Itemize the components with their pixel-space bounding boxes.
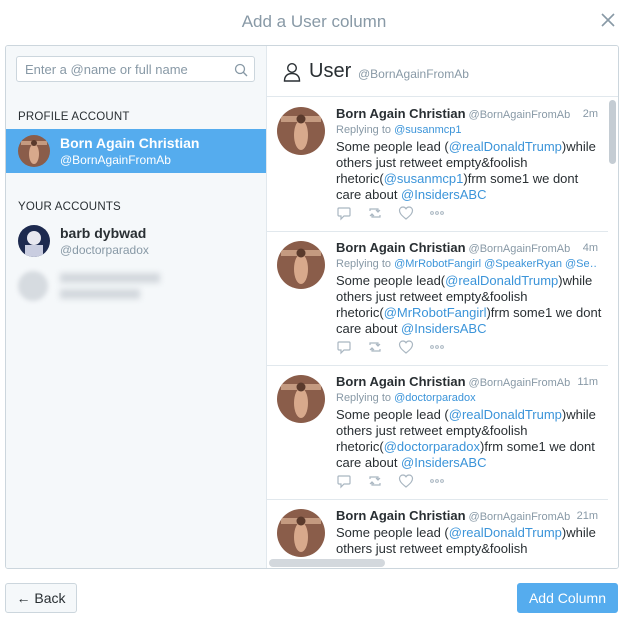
account-item-blurred[interactable] (6, 263, 266, 307)
tweet-handle: @BornAgainFromAb (468, 109, 571, 121)
tweet-time[interactable]: 2m (583, 108, 598, 120)
tweet-time[interactable]: 21m (577, 510, 598, 522)
replying-to: Replying to @doctorparadox (336, 392, 476, 404)
user-column-preview: User @BornAgainFromAb Born Again Christi… (267, 46, 618, 568)
tweet-handle: @BornAgainFromAb (468, 377, 571, 389)
close-icon[interactable] (598, 10, 618, 30)
account-name: barb dybwad (60, 225, 147, 241)
account-handle: @doctorparadox (60, 243, 149, 257)
your-accounts-label: YOUR ACCOUNTS (18, 201, 121, 213)
blurred-name (60, 273, 160, 283)
mention-link[interactable]: @realDonaldTrump (449, 525, 562, 540)
reply-link[interactable]: @doctorparadox (394, 392, 476, 404)
tweet-handle: @BornAgainFromAb (468, 511, 571, 523)
account-name: Born Again Christian (60, 135, 200, 151)
replying-to: Replying to @susanmcp1 (336, 124, 462, 136)
tweet-item[interactable]: Born Again Christian @BornAgainFromAb 21m… (267, 499, 608, 568)
avatar[interactable] (277, 509, 325, 557)
search-input[interactable] (17, 57, 233, 81)
column-header: User @BornAgainFromAb (267, 46, 618, 97)
avatar[interactable] (277, 107, 325, 155)
tweet-text: Some people lead (@realDonaldTrump)while… (336, 407, 596, 470)
dialog-panel: PROFILE ACCOUNT Born Again Christian @Bo… (5, 45, 619, 569)
mention-link[interactable]: @realDonaldTrump (449, 139, 562, 154)
tweet-author[interactable]: Born Again Christian @BornAgainFromAb (336, 240, 570, 255)
user-icon (283, 62, 301, 82)
like-icon[interactable] (398, 205, 414, 221)
account-sidebar: PROFILE ACCOUNT Born Again Christian @Bo… (6, 46, 267, 568)
tweet-text: Some people lead(@realDonaldTrump)while … (336, 273, 602, 336)
more-icon[interactable] (429, 339, 445, 355)
blurred-handle (60, 289, 140, 299)
tweet-text: Some people lead (@realDonaldTrump)while… (336, 525, 596, 556)
tweet-item[interactable]: Born Again Christian @BornAgainFromAb 11m… (267, 365, 608, 500)
mention-link[interactable]: @InsidersABC (401, 187, 486, 202)
more-icon[interactable] (429, 205, 445, 221)
account-item-barb[interactable]: barb dybwad @doctorparadox (6, 219, 266, 263)
avatar (18, 271, 48, 301)
mention-link[interactable]: @InsidersABC (401, 455, 486, 470)
mention-link[interactable]: @InsidersABC (401, 321, 486, 336)
column-title: User (309, 60, 352, 82)
mention-link[interactable]: @realDonaldTrump (445, 273, 558, 288)
reply-link[interactable]: @susanmcp1 (394, 124, 461, 136)
reply-icon[interactable] (336, 473, 352, 489)
reply-icon[interactable] (336, 339, 352, 355)
tweet-text: Some people lead (@realDonaldTrump)while… (336, 139, 596, 202)
mention-link[interactable]: @realDonaldTrump (449, 407, 562, 422)
tweet-author[interactable]: Born Again Christian @BornAgainFromAb (336, 106, 570, 121)
mention-link[interactable]: @doctorparadox (384, 439, 480, 454)
retweet-icon[interactable] (367, 473, 383, 489)
profile-account-label: PROFILE ACCOUNT (18, 111, 130, 123)
tweet-time[interactable]: 4m (583, 242, 598, 254)
horizontal-scrollbar[interactable] (269, 559, 385, 567)
like-icon[interactable] (398, 473, 414, 489)
search-box (16, 56, 255, 82)
back-button[interactable]: ← Back (5, 583, 77, 613)
tweet-handle: @BornAgainFromAb (468, 243, 571, 255)
tweet-item[interactable]: Born Again Christian @BornAgainFromAb 2m … (267, 97, 608, 232)
vertical-scrollbar[interactable] (609, 100, 616, 164)
avatar[interactable] (277, 241, 325, 289)
tweet-author[interactable]: Born Again Christian @BornAgainFromAb (336, 508, 570, 523)
reply-icon[interactable] (336, 205, 352, 221)
retweet-icon[interactable] (367, 205, 383, 221)
avatar[interactable] (277, 375, 325, 423)
tweet-time[interactable]: 11m (577, 376, 598, 388)
retweet-icon[interactable] (367, 339, 383, 355)
tweet-item[interactable]: Born Again Christian @BornAgainFromAb 4m … (267, 231, 608, 366)
tweet-author[interactable]: Born Again Christian @BornAgainFromAb (336, 374, 570, 389)
search-icon[interactable] (234, 63, 248, 77)
column-handle: @BornAgainFromAb (358, 67, 469, 81)
avatar (18, 135, 50, 167)
account-handle: @BornAgainFromAb (60, 153, 171, 167)
profile-account-item[interactable]: Born Again Christian @BornAgainFromAb (6, 129, 266, 173)
add-column-button[interactable]: Add Column (517, 583, 618, 613)
like-icon[interactable] (398, 339, 414, 355)
reply-link[interactable]: @MrRobotFangirl @SpeakerRyan @Se… (394, 258, 598, 270)
replying-to: Replying to @MrRobotFangirl @SpeakerRyan… (336, 258, 598, 270)
mention-link[interactable]: @MrRobotFangirl (384, 305, 487, 320)
mention-link[interactable]: @susanmcp1 (384, 171, 464, 186)
dialog-title: Add a User column (241, 12, 387, 31)
avatar (18, 225, 50, 257)
more-icon[interactable] (429, 473, 445, 489)
